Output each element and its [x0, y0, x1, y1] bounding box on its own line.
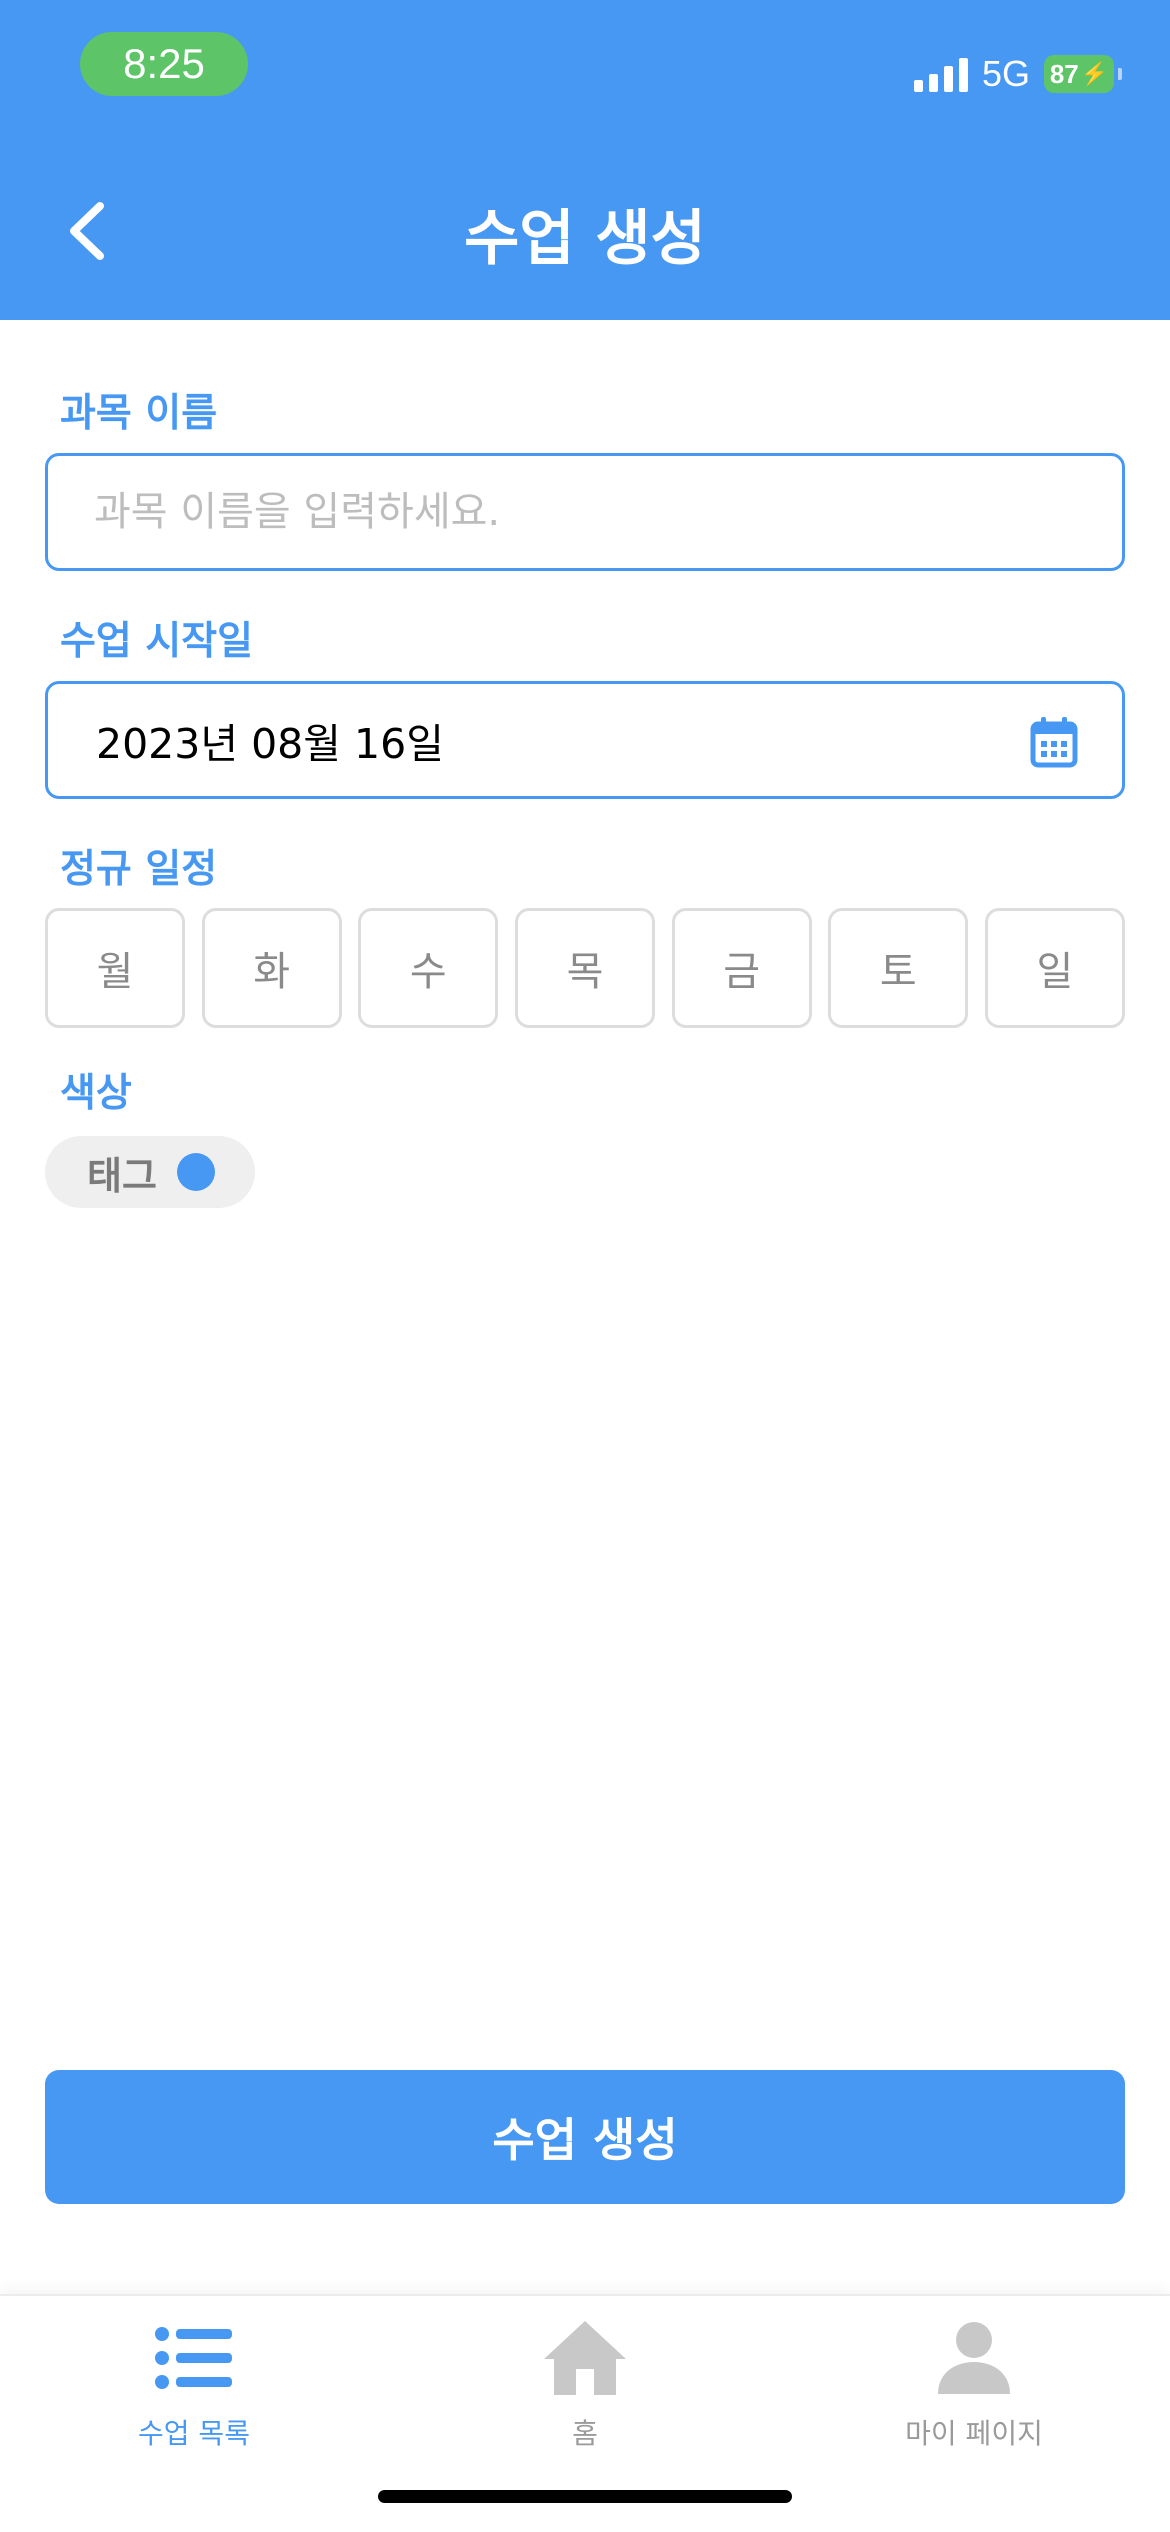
battery-level: 87 [1049, 58, 1079, 89]
color-dot [176, 1153, 215, 1191]
subject-label: 과목 이름 [60, 391, 218, 436]
subject-field[interactable] [45, 453, 1125, 571]
weekday-selector: 월 화 수 목 금 토 일 [45, 908, 1125, 1028]
tab-my-page[interactable]: 마이 페이지 [824, 2318, 1124, 2452]
network-label: 5G [981, 53, 1030, 94]
day-toggle-thu[interactable]: 목 [514, 908, 655, 1028]
day-toggle-wed[interactable]: 수 [358, 908, 499, 1028]
day-toggle-tue[interactable]: 화 [201, 908, 342, 1028]
create-class-button[interactable]: 수업 생성 [45, 2070, 1125, 2204]
subject-input[interactable] [48, 456, 1122, 568]
start-date-value: 2023년 08월 16일 [96, 720, 444, 768]
tab-label: 홈 [572, 2417, 598, 2450]
start-date-field[interactable]: 2023년 08월 16일 [45, 681, 1125, 799]
schedule-label: 정규 일정 [60, 847, 218, 892]
day-toggle-fri[interactable]: 금 [671, 908, 812, 1028]
tab-label: 수업 목록 [138, 2417, 250, 2450]
color-tag-chip[interactable]: 태그 [45, 1136, 255, 1208]
start-date-label: 수업 시작일 [60, 619, 253, 664]
day-toggle-mon[interactable]: 월 [45, 908, 185, 1028]
battery-icon: 87 ⚡ [1044, 55, 1114, 93]
list-icon [149, 2318, 239, 2398]
color-label: 색상 [60, 1071, 132, 1116]
day-toggle-sat[interactable]: 토 [828, 908, 969, 1028]
tab-home[interactable]: 홈 [435, 2318, 735, 2452]
header-bar: 8:25 5G 87 ⚡ 수업 생성 [0, 0, 1170, 320]
tab-class-list[interactable]: 수업 목록 [44, 2318, 344, 2452]
tag-label: 태그 [87, 1153, 157, 1198]
tab-label: 마이 페이지 [905, 2417, 1043, 2450]
home-icon [540, 2318, 630, 2398]
page-title: 수업 생성 [464, 204, 706, 274]
person-icon [929, 2318, 1019, 2398]
battery-cap [1118, 68, 1122, 80]
status-indicators: 5G 87 ⚡ [913, 50, 1122, 98]
calendar-icon[interactable] [1030, 716, 1078, 768]
day-toggle-sun[interactable]: 일 [984, 908, 1125, 1028]
signal-icon [913, 56, 968, 92]
status-time: 8:25 [80, 32, 248, 96]
home-indicator [378, 2490, 792, 2503]
